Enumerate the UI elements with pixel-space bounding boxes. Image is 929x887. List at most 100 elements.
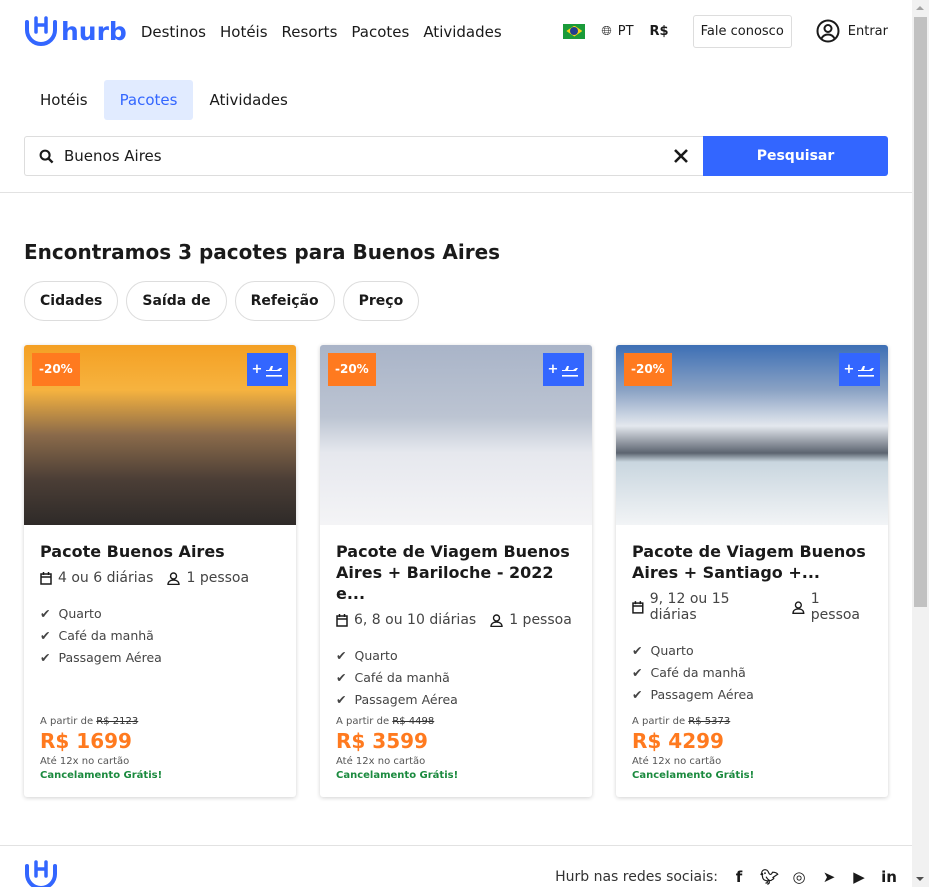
globe-icon: 🌐︎: [601, 23, 612, 39]
check-icon: ✔: [40, 627, 51, 643]
twitter-icon[interactable]: 🐦︎: [760, 868, 779, 886]
package-card[interactable]: -20% + Pacote Buenos Aires 4 ou 6 diária…: [24, 345, 296, 797]
installments: Até 12x no cartão: [336, 756, 426, 767]
feature-item: ✔ Passagem Aérea: [336, 688, 576, 710]
clear-icon[interactable]: [673, 148, 689, 164]
divider: [0, 192, 912, 193]
flight-included-badge: +: [839, 353, 880, 386]
nav-pacotes[interactable]: Pacotes: [351, 23, 409, 41]
brazil-flag-icon[interactable]: [563, 23, 586, 39]
duration: 4 ou 6 diárias: [58, 570, 154, 586]
check-icon: ✔: [336, 647, 347, 663]
telegram-icon[interactable]: ➤: [820, 868, 838, 886]
scroll-up-icon[interactable]: [916, 6, 924, 10]
footer-divider: [0, 845, 912, 846]
package-image[interactable]: -20% +: [24, 345, 296, 525]
installments: Até 12x no cartão: [40, 756, 130, 767]
package-title[interactable]: Pacote de Viagem Buenos Aires + Bariloch…: [336, 541, 576, 604]
feature-item: ✔ Quarto: [40, 602, 280, 624]
package-image[interactable]: -20% +: [616, 345, 888, 525]
header: hurb Destinos Hotéis Resorts Pacotes Ativida…: [0, 0, 912, 62]
search-input[interactable]: Buenos Aires: [24, 136, 703, 176]
travelers: 1 pessoa: [810, 591, 861, 623]
check-icon: ✔: [40, 605, 51, 621]
price: R$ 1699: [40, 729, 132, 753]
check-icon: ✔: [336, 669, 347, 685]
price: R$ 3599: [336, 729, 428, 753]
search-button[interactable]: Pesquisar: [703, 136, 888, 176]
tab-pacotes[interactable]: Pacotes: [103, 80, 194, 120]
product-tabs: Hotéis Pacotes Atividades: [24, 80, 304, 120]
price-block: A partir de R$ 5373 R$ 4299 Até 12x no c…: [632, 716, 872, 781]
feature-item: ✔ Passagem Aérea: [40, 646, 280, 668]
login-button[interactable]: Entrar: [816, 19, 888, 43]
page: hurb Destinos Hotéis Resorts Pacotes Ativida…: [0, 0, 912, 887]
plus-label: +: [251, 362, 263, 377]
check-icon: ✔: [632, 642, 643, 658]
hurb-smile-icon: [25, 16, 57, 46]
feature-label: Café da manhã: [354, 669, 450, 685]
language-label: PT: [617, 23, 634, 39]
price-block: A partir de R$ 4498 R$ 3599 Até 12x no c…: [336, 716, 576, 781]
feature-item: ✔ Quarto: [336, 644, 576, 666]
search-value: Buenos Aires: [64, 147, 162, 165]
calendar-icon: [40, 571, 52, 585]
footer-logo[interactable]: [24, 860, 58, 887]
feature-label: Quarto: [354, 647, 398, 663]
feature-label: Café da manhã: [650, 664, 746, 680]
social-links: Hurb nas redes sociais: f 🐦︎ ◎ ➤ ▶ in: [555, 868, 898, 886]
feature-item: ✔ Quarto: [632, 639, 872, 661]
price: R$ 4299: [632, 729, 724, 753]
package-image[interactable]: -20% +: [320, 345, 592, 525]
nav-destinos[interactable]: Destinos: [141, 23, 206, 41]
feature-label: Passagem Aérea: [650, 686, 754, 702]
nav-resorts[interactable]: Resorts: [282, 23, 338, 41]
scrollbar[interactable]: [912, 0, 929, 887]
price-block: A partir de R$ 2123 R$ 1699 Até 12x no c…: [40, 716, 280, 781]
tab-atividades[interactable]: Atividades: [193, 80, 303, 120]
filter-cidades[interactable]: Cidades: [24, 281, 119, 321]
duration: 6, 8 ou 10 diárias: [354, 612, 477, 628]
language-selector[interactable]: 🌐︎ PT: [601, 24, 633, 39]
facebook-icon[interactable]: f: [730, 868, 748, 886]
scrollbar-thumb[interactable]: [914, 17, 927, 607]
filter-refeicao[interactable]: Refeição: [234, 281, 335, 321]
currency-selector[interactable]: R$: [650, 24, 669, 39]
linkedin-icon[interactable]: in: [880, 868, 898, 886]
duration: 9, 12 ou 15 diárias: [649, 591, 730, 623]
feature-item: ✔ Passagem Aérea: [632, 683, 872, 705]
travelers: 1 pessoa: [186, 570, 250, 586]
search-bar: Buenos Aires Pesquisar: [24, 136, 888, 176]
instagram-icon[interactable]: ◎: [790, 868, 808, 886]
airplane-icon: [562, 365, 579, 377]
package-title[interactable]: Pacote de Viagem Buenos Aires + Santiago…: [632, 541, 872, 583]
package-card[interactable]: -20% + Pacote de Viagem Buenos Aires + B…: [320, 345, 592, 797]
package-title[interactable]: Pacote Buenos Aires: [40, 541, 280, 562]
free-cancellation: Cancelamento Grátis!: [632, 770, 755, 781]
contact-button[interactable]: Fale conosco: [692, 14, 792, 48]
feature-label: Quarto: [58, 605, 102, 621]
discount-badge: -20%: [624, 353, 672, 386]
from-label: A partir de: [632, 716, 686, 727]
youtube-icon[interactable]: ▶: [850, 868, 868, 886]
hurb-logo[interactable]: hurb: [24, 16, 127, 46]
flight-included-badge: +: [247, 353, 288, 386]
feature-item: ✔ Café da manhã: [336, 666, 576, 688]
scroll-down-icon[interactable]: [916, 877, 924, 881]
discount-badge: -20%: [32, 353, 80, 386]
check-icon: ✔: [336, 691, 347, 707]
person-icon: [490, 613, 503, 627]
hurb-smile-icon: [25, 860, 57, 887]
filter-preco[interactable]: Preço: [342, 281, 420, 321]
nav-atividades[interactable]: Atividades: [423, 23, 501, 41]
tab-hoteis[interactable]: Hotéis: [24, 80, 104, 120]
airplane-icon: [858, 365, 875, 377]
feature-label: Passagem Aérea: [354, 691, 458, 707]
filters: Cidades Saída de Refeição Preço: [24, 281, 420, 321]
calendar-icon: [336, 613, 348, 627]
installments: Até 12x no cartão: [632, 756, 722, 767]
filter-saida[interactable]: Saída de: [126, 281, 227, 321]
check-icon: ✔: [632, 686, 643, 702]
package-card[interactable]: -20% + Pacote de Viagem Buenos Aires + S…: [616, 345, 888, 797]
nav-hoteis[interactable]: Hotéis: [220, 23, 268, 41]
